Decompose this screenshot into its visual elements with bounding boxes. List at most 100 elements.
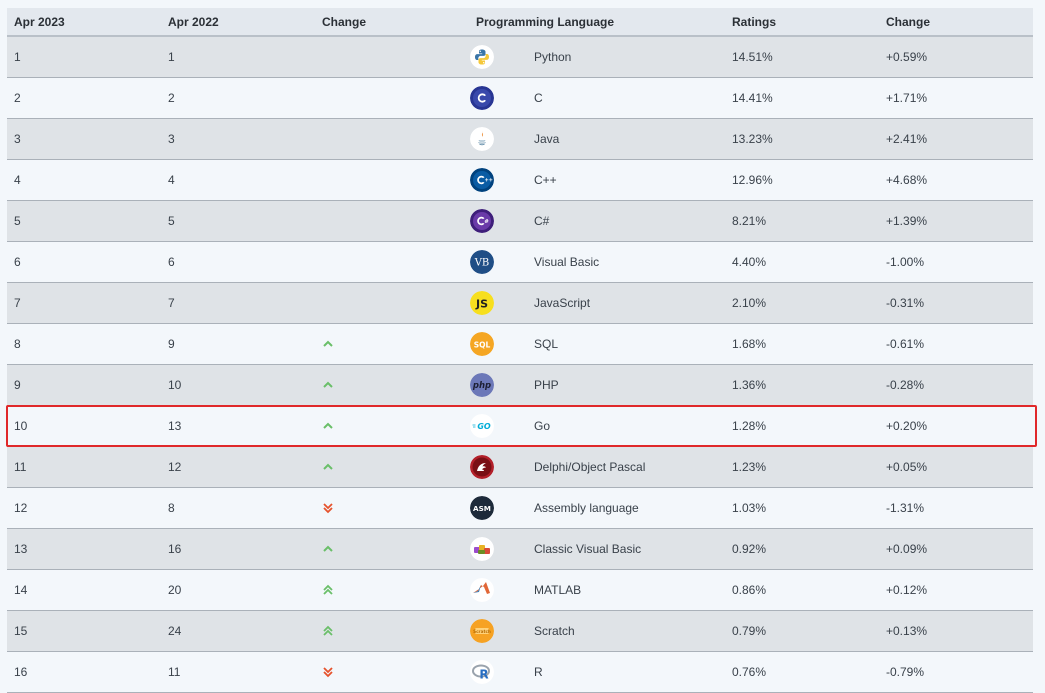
- rank-current: 10: [7, 405, 161, 447]
- rating-value: 13.23%: [725, 118, 879, 160]
- rating-value: 12.96%: [725, 159, 879, 201]
- rating-change: +1.39%: [879, 200, 1033, 242]
- language-logo: VB: [469, 241, 527, 283]
- language-logo: [469, 77, 527, 119]
- language-name[interactable]: PHP: [527, 364, 725, 406]
- language-name[interactable]: Scratch: [527, 610, 725, 652]
- language-name[interactable]: SQL: [527, 323, 725, 365]
- header-ratings-change[interactable]: Change: [879, 8, 1033, 37]
- language-name[interactable]: Delphi/Object Pascal: [527, 446, 725, 488]
- rank-previous: 2: [161, 77, 315, 119]
- assembly-logo-icon: ASM: [470, 495, 494, 520]
- arrow-up-icon: [322, 462, 469, 472]
- csharp-logo-icon: #: [470, 208, 494, 233]
- header-apr-2023[interactable]: Apr 2023: [7, 8, 161, 37]
- rank-current: 7: [7, 282, 161, 324]
- rating-value: 8.21%: [725, 200, 879, 242]
- rating-value: 4.40%: [725, 241, 879, 283]
- language-logo: [469, 528, 527, 570]
- language-name[interactable]: C++: [527, 159, 725, 201]
- rank-change: [315, 118, 469, 160]
- table-row: 6 6 VB Visual Basic 4.40% -1.00%: [7, 241, 1033, 283]
- rank-change: [315, 446, 469, 488]
- language-name[interactable]: R: [527, 651, 725, 693]
- table-row: 9 10 php PHP 1.36% -0.28%: [7, 364, 1033, 406]
- rating-change: -0.31%: [879, 282, 1033, 324]
- header-change[interactable]: Change: [315, 8, 469, 37]
- language-logo: [469, 446, 527, 488]
- rank-current: 2: [7, 77, 161, 119]
- language-logo: [469, 36, 527, 78]
- rank-current: 6: [7, 241, 161, 283]
- language-name[interactable]: Visual Basic: [527, 241, 725, 283]
- language-logo: Scratch: [469, 610, 527, 652]
- rating-value: 2.10%: [725, 282, 879, 324]
- table-row: 11 12 Delphi/Object Pascal 1.23% +0.05%: [7, 446, 1033, 488]
- delphi-logo-icon: [470, 454, 494, 479]
- rank-change: [315, 487, 469, 529]
- language-name[interactable]: Assembly language: [527, 487, 725, 529]
- java-logo-icon: [470, 126, 494, 151]
- rating-change: +1.71%: [879, 77, 1033, 119]
- rank-change: [315, 159, 469, 201]
- double-arrow-down-icon: [322, 666, 469, 678]
- svg-text:++: ++: [485, 177, 493, 183]
- rank-current: 14: [7, 569, 161, 611]
- rating-change: -0.61%: [879, 323, 1033, 365]
- rank-current: 9: [7, 364, 161, 406]
- rank-change: [315, 569, 469, 611]
- header-ratings[interactable]: Ratings: [725, 8, 879, 37]
- svg-text:VB: VB: [474, 257, 490, 268]
- rating-value: 1.03%: [725, 487, 879, 529]
- rank-previous: 20: [161, 569, 315, 611]
- rank-previous: 6: [161, 241, 315, 283]
- rank-current: 1: [7, 36, 161, 78]
- language-name[interactable]: C: [527, 77, 725, 119]
- double-arrow-down-icon: [322, 502, 469, 514]
- rank-previous: 16: [161, 528, 315, 570]
- header-apr-2022[interactable]: Apr 2022: [161, 8, 315, 37]
- rating-value: 14.51%: [725, 36, 879, 78]
- rank-current: 8: [7, 323, 161, 365]
- table-row: 5 5 # C# 8.21% +1.39%: [7, 200, 1033, 242]
- classic-visual-basic-logo-icon: [470, 536, 494, 561]
- svg-text:GO: GO: [477, 422, 491, 431]
- table-row: 13 16 Classic Visual Basic 0.92% +0.09%: [7, 528, 1033, 570]
- rank-current: 3: [7, 118, 161, 160]
- rating-change: -0.79%: [879, 651, 1033, 693]
- language-name[interactable]: MATLAB: [527, 569, 725, 611]
- rank-change: [315, 528, 469, 570]
- header-programming-language[interactable]: Programming Language: [469, 8, 725, 37]
- rank-change: [315, 200, 469, 242]
- rank-current: 16: [7, 651, 161, 693]
- table-row: 3 3 Java 13.23% +2.41%: [7, 118, 1033, 160]
- table-body: 1 1 Python 14.51% +0.59% 2 2 C 14.41% +1.71% 3 3 Jav…: [7, 36, 1033, 693]
- rating-value: 1.36%: [725, 364, 879, 406]
- arrow-up-icon: [322, 544, 469, 554]
- go-logo-icon: GO: [470, 413, 494, 438]
- matlab-logo-icon: [470, 577, 494, 602]
- rank-change: [315, 651, 469, 693]
- language-name[interactable]: Python: [527, 36, 725, 78]
- scratch-logo-icon: Scratch: [470, 618, 494, 643]
- language-name[interactable]: Go: [527, 405, 725, 447]
- arrow-up-icon: [322, 421, 469, 431]
- svg-text:SQL: SQL: [474, 340, 491, 349]
- rank-previous: 11: [161, 651, 315, 693]
- language-logo: [469, 118, 527, 160]
- rating-value: 1.23%: [725, 446, 879, 488]
- language-name[interactable]: C#: [527, 200, 725, 242]
- table-row: 8 9 SQL SQL 1.68% -0.61%: [7, 323, 1033, 365]
- language-name[interactable]: JavaScript: [527, 282, 725, 324]
- rank-previous: 3: [161, 118, 315, 160]
- language-name[interactable]: Java: [527, 118, 725, 160]
- rank-change: [315, 241, 469, 283]
- c-logo-icon: [470, 85, 494, 110]
- rating-value: 0.76%: [725, 651, 879, 693]
- table-row: 7 7 JS JavaScript 2.10% -0.31%: [7, 282, 1033, 324]
- svg-text:Scratch: Scratch: [473, 628, 491, 633]
- svg-text:ASM: ASM: [473, 503, 491, 512]
- language-name[interactable]: Classic Visual Basic: [527, 528, 725, 570]
- rating-change: +0.20%: [879, 405, 1033, 447]
- language-ranking-table: Apr 2023 Apr 2022 Change Programming Lan…: [7, 8, 1033, 693]
